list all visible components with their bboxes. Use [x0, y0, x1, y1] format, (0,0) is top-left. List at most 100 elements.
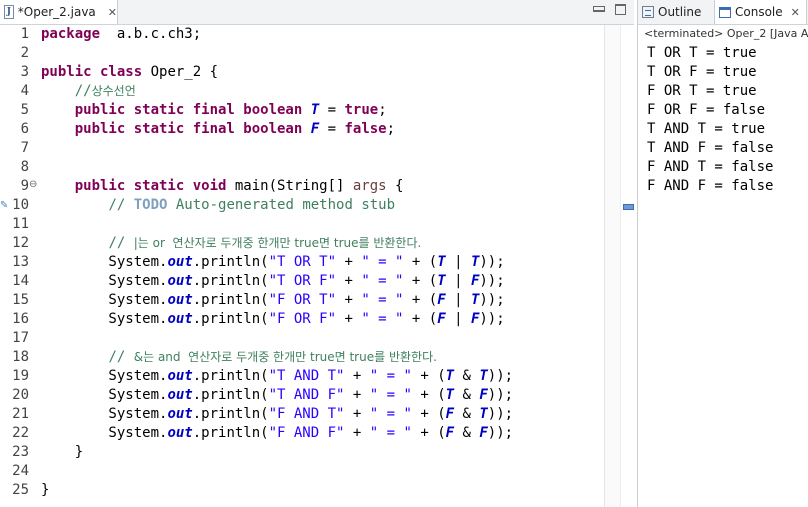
code-token: Auto-generated method stub [167, 197, 396, 213]
editor-tab-oper2[interactable]: J *Oper_2.java ✕ [0, 0, 118, 24]
code-token: + ( [403, 273, 438, 289]
code-token: .println( [192, 368, 269, 384]
code-token: + [344, 425, 370, 441]
code-line[interactable]: 25} [0, 481, 604, 500]
code-token: " = " [361, 254, 404, 270]
code-text: // &는 and 연산자로 두개중 한개만 true면 true를 반환한다. [41, 348, 437, 367]
tab-outline[interactable]: Outline [642, 0, 701, 24]
code-line[interactable]: 6 public static final boolean F = false; [0, 120, 604, 139]
line-number: 6 [20, 121, 29, 137]
code-line[interactable]: 13 System.out.println("T OR T" + " = " +… [0, 253, 604, 272]
code-token: ; [386, 121, 396, 137]
code-token: )); [487, 387, 514, 403]
code-token: " = " [361, 311, 404, 327]
tab-console[interactable]: Console ✕ [714, 0, 807, 24]
code-token: package [41, 26, 101, 42]
code-line[interactable]: 3 public class Oper_2 { [0, 63, 604, 82]
console-line: F AND T = false [647, 159, 774, 175]
code-area[interactable]: 1 package a.b.c.ch3; 2 3 public class Oper_2… [0, 25, 604, 507]
editor-tab-bar: J *Oper_2.java ✕ [0, 0, 634, 25]
code-line[interactable]: 17 [0, 329, 604, 348]
code-text: public static final boolean F = false; [41, 120, 395, 139]
code-text: public class Oper_2 { [41, 63, 218, 82]
code-editor[interactable]: J *Oper_2.java ✕ 1 package a.b.c.ch3; 2 3 pu… [0, 0, 635, 507]
code-line[interactable]: 1 package a.b.c.ch3; [0, 25, 604, 44]
code-token: ; [378, 102, 387, 118]
code-token: .println( [192, 425, 269, 441]
code-line[interactable]: 19 System.out.println("T AND T" + " = " … [0, 367, 604, 386]
code-token: System. [41, 387, 168, 403]
line-number: 12 [12, 235, 29, 251]
line-number: 16 [12, 311, 29, 327]
code-text: System.out.println("F AND F" + " = " + (… [41, 424, 513, 443]
close-tab-icon[interactable]: ✕ [108, 6, 117, 19]
panel-tab-bar: Outline Console ✕ [638, 0, 808, 25]
code-token: + [336, 273, 362, 289]
code-token: out [167, 387, 193, 403]
code-line[interactable]: 22 System.out.println("F AND F" + " = " … [0, 424, 604, 443]
code-line[interactable]: 20 System.out.println("T AND F" + " = " … [0, 386, 604, 405]
code-line[interactable]: 15 System.out.println("F OR T" + " = " +… [0, 291, 604, 310]
code-line[interactable]: 14 System.out.println("T OR F" + " = " +… [0, 272, 604, 291]
code-token: F [479, 425, 488, 441]
code-token: .println( [192, 406, 269, 422]
code-token: out [167, 292, 193, 308]
code-token: " = " [369, 425, 412, 441]
code-line[interactable]: 10 ✎ // TODO Auto-generated method stub [0, 196, 604, 215]
code-line[interactable]: 24 [0, 462, 604, 481]
code-token: System. [41, 273, 168, 289]
task-annotation-icon[interactable]: ✎ [0, 200, 8, 211]
code-line[interactable]: 12 // |는 or 연산자로 두개중 한개만 true면 true를 반환한… [0, 234, 604, 253]
code-token: |는 or 연산자로 두개중 한개만 true면 true를 반환한다. [133, 236, 422, 250]
console-output: T OR T = true T OR F = true F OR T = true F… [647, 44, 773, 196]
code-token: | [445, 292, 471, 308]
code-token: out [167, 425, 193, 441]
code-token: "F AND T" [268, 406, 345, 422]
code-token: // [108, 349, 134, 365]
code-line[interactable]: 8 [0, 158, 604, 177]
editor-vertical-scrollbar[interactable] [604, 25, 621, 507]
code-token: .println( [192, 292, 269, 308]
console-line: F OR T = true [647, 83, 757, 99]
code-token: "T AND F" [268, 387, 345, 403]
code-line[interactable]: 21 System.out.println("F AND T" + " = " … [0, 405, 604, 424]
code-token: & [454, 406, 480, 422]
code-token: "F AND F" [268, 425, 345, 441]
code-token: out [167, 406, 193, 422]
minimize-icon[interactable] [593, 6, 605, 12]
code-line[interactable]: 7 [0, 139, 604, 158]
code-text: public static void main(String[] args { [41, 177, 404, 196]
code-line[interactable]: 2 [0, 44, 604, 63]
code-line[interactable]: 4 //상수선언 [0, 82, 604, 101]
code-line[interactable]: 5 public static final boolean T = true; [0, 101, 604, 120]
close-console-icon[interactable]: ✕ [791, 6, 800, 19]
code-text: System.out.println("T AND F" + " = " + (… [41, 386, 513, 405]
code-token: | [445, 311, 471, 327]
code-token: + ( [411, 387, 446, 403]
code-line[interactable]: 16 System.out.println("F OR F" + " = " +… [0, 310, 604, 329]
code-token: T [445, 368, 455, 384]
code-text: public static final boolean T = true; [41, 101, 387, 120]
code-token: F [445, 425, 455, 441]
task-marker-icon[interactable] [623, 204, 634, 210]
code-token: F [437, 292, 446, 308]
code-token: public static final boolean [74, 102, 311, 118]
code-line[interactable]: 9 ⊖ public static void main(String[] args… [0, 177, 604, 196]
code-token: // [108, 197, 134, 213]
code-line[interactable]: 11 [0, 215, 604, 234]
maximize-icon[interactable] [615, 4, 626, 15]
code-token: )); [479, 254, 505, 270]
code-token: F [437, 311, 446, 327]
code-line[interactable]: 18 // &는 and 연산자로 두개중 한개만 true면 true를 반환… [0, 348, 604, 367]
line-number: 19 [12, 368, 29, 384]
code-token: + [344, 387, 370, 403]
code-line[interactable]: 23 } [0, 443, 604, 462]
code-token: System. [41, 406, 168, 422]
fold-toggle-icon[interactable]: ⊖ [29, 180, 39, 190]
code-token: System. [41, 425, 168, 441]
code-text: System.out.println("F OR F" + " = " + (F… [41, 310, 504, 329]
code-token: & [454, 425, 480, 441]
